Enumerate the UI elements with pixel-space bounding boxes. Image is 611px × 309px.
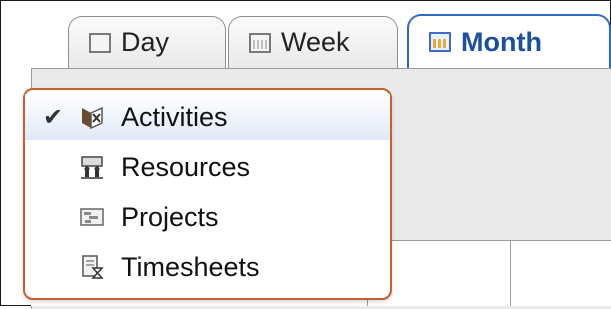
menu-item-resources[interactable]: Resources [25,144,390,190]
day-calendar-icon [89,32,111,53]
grid-divider [510,240,511,306]
menu-item-label: Resources [121,151,251,182]
menu-item-timesheets[interactable]: Timesheets [25,244,390,290]
activities-icon [79,104,105,130]
resources-icon [79,154,105,180]
week-calendar-icon [249,32,271,53]
timesheets-icon [79,254,105,280]
menu-item-activities[interactable]: ✔ Activities [25,94,390,140]
tab-week-label: Week [281,27,350,57]
tab-month[interactable]: Month [407,14,611,68]
view-dropdown-menu: ✔ Activities Resources Projects Timeshee… [23,88,392,300]
tab-day-label: Day [121,27,170,57]
tab-month-label: Month [461,26,542,57]
menu-item-label: Timesheets [121,251,260,282]
tab-week[interactable]: Week [228,16,398,68]
menu-item-label: Activities [121,101,228,132]
menu-item-label: Projects [121,201,219,232]
month-calendar-icon [429,32,451,52]
menu-item-projects[interactable]: Projects [25,194,390,240]
checkmark-icon: ✔ [43,103,64,131]
tab-day[interactable]: Day [68,16,226,68]
projects-icon [79,204,105,230]
